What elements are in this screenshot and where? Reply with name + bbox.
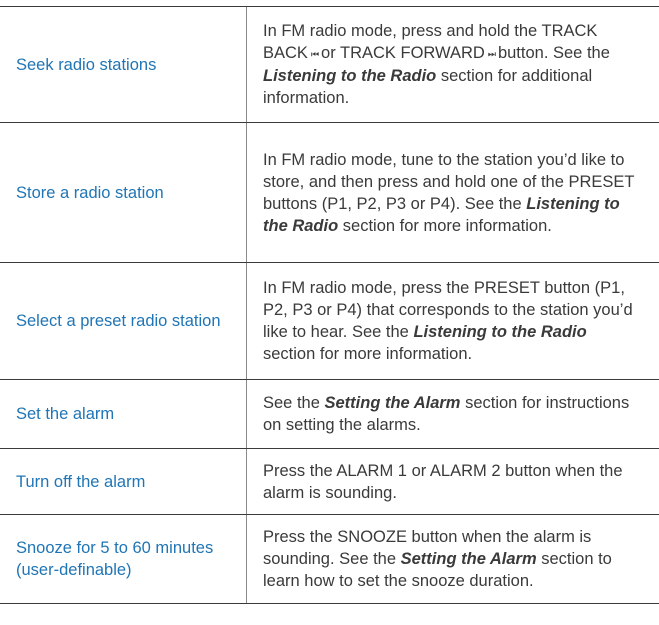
task-label: Set the alarm <box>16 405 115 423</box>
task-description: In FM radio mode, tune to the station yo… <box>246 123 659 262</box>
task-label: Snooze for 5 to 60 minutes (user-definab… <box>16 539 214 579</box>
task-label: Store a radio station <box>16 183 164 202</box>
task-label: Seek radio stations <box>16 55 157 74</box>
table-row: Seek radio stations In FM radio mode, pr… <box>0 6 659 122</box>
task-description: See the Setting the Alarm section for in… <box>246 380 659 448</box>
section-reference: Listening to the Radio <box>263 67 437 85</box>
task-label: Select a preset radio station <box>16 312 221 330</box>
table-row: Store a radio station In FM radio mode, … <box>0 122 659 262</box>
table-row: Turn off the alarm Press the ALARM 1 or … <box>0 448 659 514</box>
task-description: In FM radio mode, press and hold the TRA… <box>246 7 659 122</box>
task-description: Press the ALARM 1 or ALARM 2 button when… <box>246 449 659 514</box>
section-reference: Setting the Alarm <box>324 394 461 412</box>
table-row: Select a preset radio station In FM radi… <box>0 262 659 379</box>
task-description: Press the SNOOZE button when the alarm i… <box>246 515 659 603</box>
task-label: Turn off the alarm <box>16 472 146 491</box>
table-row: Snooze for 5 to 60 minutes (user-definab… <box>0 514 659 604</box>
track-forward-icon: ⏭ <box>487 49 496 59</box>
table-row: Set the alarm See the Setting the Alarm … <box>0 379 659 448</box>
task-description: In FM radio mode, press the PRESET butto… <box>246 263 659 379</box>
feature-table: Seek radio stations In FM radio mode, pr… <box>0 6 659 604</box>
section-reference: Listening to the Radio <box>413 323 587 341</box>
track-back-icon: ⏮ <box>310 49 319 59</box>
section-reference: Setting the Alarm <box>400 550 537 568</box>
